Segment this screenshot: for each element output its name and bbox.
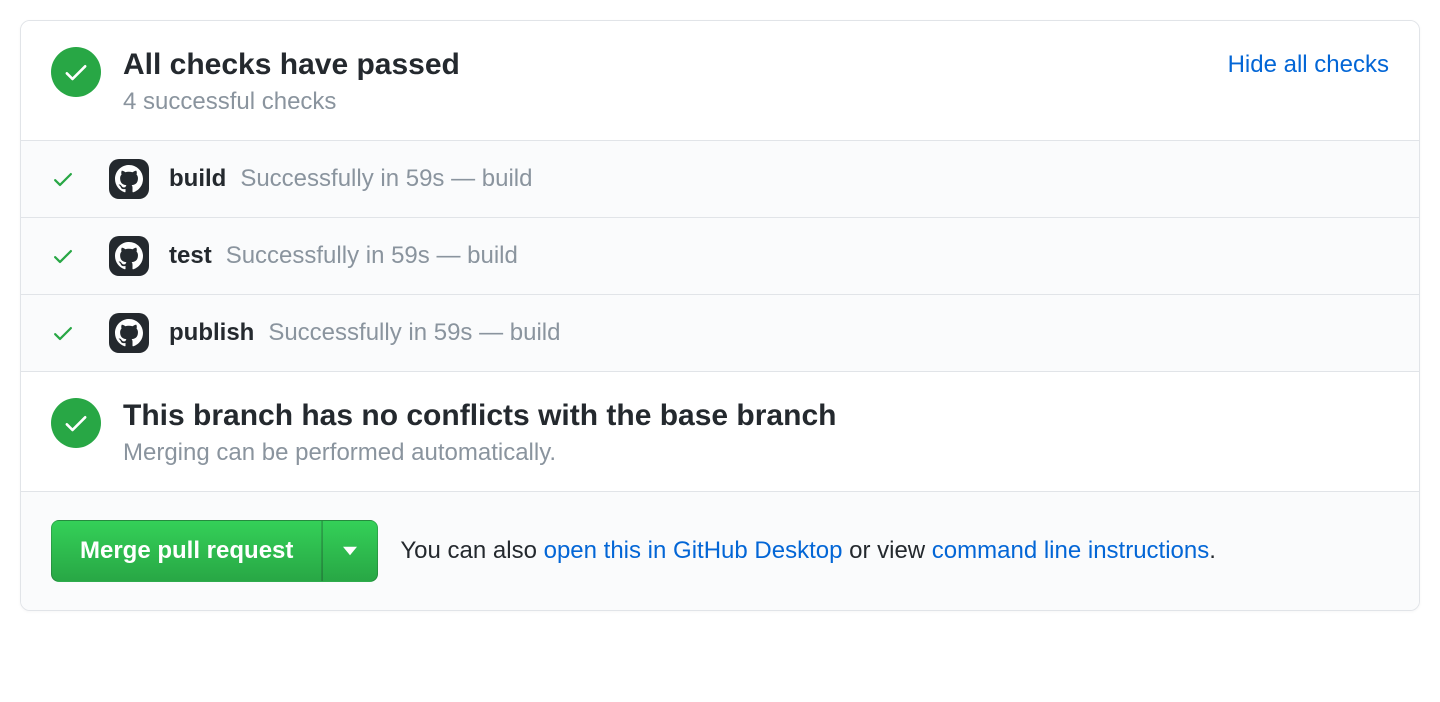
merge-pr-button[interactable]: Merge pull request (51, 520, 322, 582)
check-row[interactable]: build Successfully in 59s — build (21, 141, 1419, 218)
conflicts-title: This branch has no conflicts with the ba… (123, 396, 1389, 435)
merge-button-group: Merge pull request (51, 520, 378, 582)
checks-subtitle: 4 successful checks (123, 88, 1389, 116)
check-row[interactable]: publish Successfully in 59s — build (21, 295, 1419, 372)
check-name: build (169, 165, 226, 193)
hide-checks-link[interactable]: Hide all checks (1228, 51, 1389, 79)
github-avatar-icon (109, 313, 149, 353)
check-detail: Successfully in 59s — build (268, 319, 560, 347)
github-avatar-icon (109, 159, 149, 199)
conflicts-header-text: This branch has no conflicts with the ba… (123, 396, 1389, 467)
github-logo-icon (115, 242, 143, 270)
caret-down-icon (343, 546, 357, 556)
footer-suffix: . (1209, 537, 1216, 564)
github-avatar-icon (109, 236, 149, 276)
merge-footer: Merge pull request You can also open thi… (21, 491, 1419, 610)
check-text: build Successfully in 59s — build (169, 165, 532, 193)
check-name: publish (169, 319, 254, 347)
checkmark-icon (62, 409, 90, 437)
check-success-icon (51, 244, 75, 268)
footer-middle: or view (842, 537, 931, 564)
cli-instructions-link[interactable]: command line instructions (932, 537, 1209, 564)
github-logo-icon (115, 165, 143, 193)
merge-footer-text: You can also open this in GitHub Desktop… (400, 537, 1216, 565)
check-name: test (169, 242, 212, 270)
check-detail: Successfully in 59s — build (240, 165, 532, 193)
check-detail: Successfully in 59s — build (226, 242, 518, 270)
checkmark-icon (51, 244, 75, 268)
checkmark-icon (51, 167, 75, 191)
github-logo-icon (115, 319, 143, 347)
check-success-icon (51, 167, 75, 191)
check-text: test Successfully in 59s — build (169, 242, 518, 270)
success-circle-icon (51, 398, 101, 448)
footer-prefix: You can also (400, 537, 543, 564)
merge-method-dropdown[interactable] (322, 520, 378, 582)
checks-title: All checks have passed (123, 45, 1389, 84)
checks-header-text: All checks have passed 4 successful chec… (123, 45, 1389, 116)
conflicts-subtitle: Merging can be performed automatically. (123, 439, 1389, 467)
checkmark-icon (51, 321, 75, 345)
success-circle-icon (51, 47, 101, 97)
check-text: publish Successfully in 59s — build (169, 319, 560, 347)
check-row[interactable]: test Successfully in 59s — build (21, 218, 1419, 295)
checkmark-icon (62, 58, 90, 86)
conflicts-summary-header: This branch has no conflicts with the ba… (21, 372, 1419, 491)
open-desktop-link[interactable]: open this in GitHub Desktop (544, 537, 843, 564)
checks-list: build Successfully in 59s — build test S… (21, 140, 1419, 372)
merge-status-panel: All checks have passed 4 successful chec… (20, 20, 1420, 611)
check-success-icon (51, 321, 75, 345)
checks-summary-header: All checks have passed 4 successful chec… (21, 21, 1419, 140)
